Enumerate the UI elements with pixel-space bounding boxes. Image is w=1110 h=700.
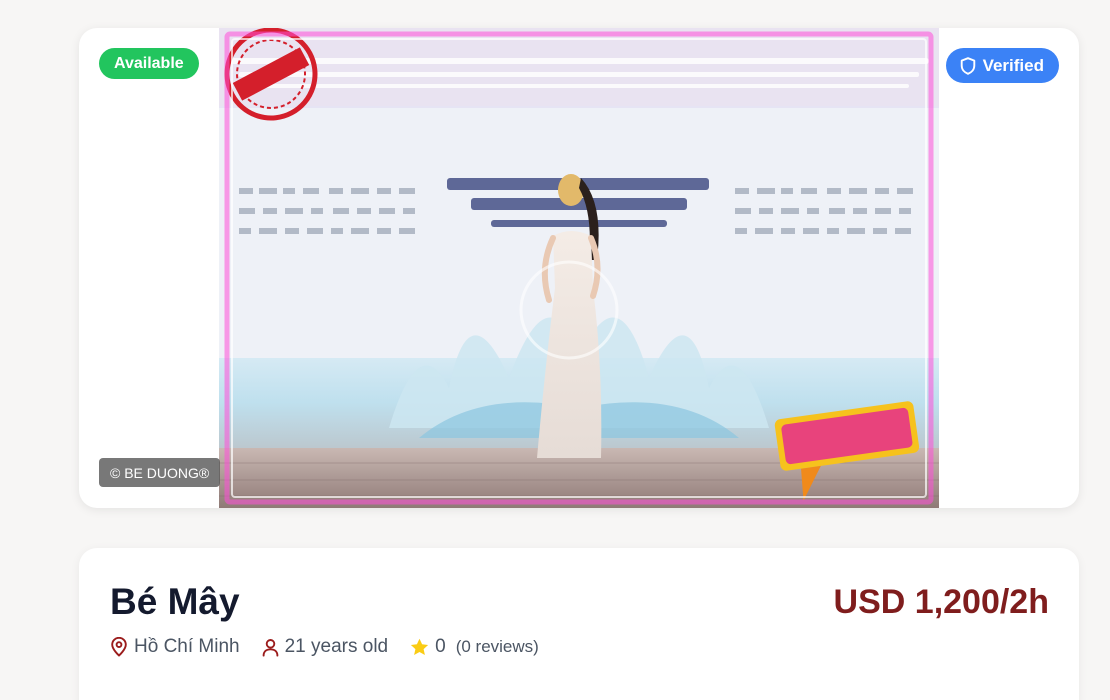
- star-icon: [410, 638, 429, 656]
- profile-meta: Hồ Chí Minh 21 years old 0 (0 reviews): [110, 636, 561, 658]
- review-count[interactable]: (0 reviews): [456, 637, 539, 657]
- verified-label: Verified: [982, 55, 1044, 75]
- shield-icon: [960, 56, 976, 75]
- status-badge: Available: [99, 48, 199, 79]
- price-label: USD 1,200/2h: [833, 583, 1049, 621]
- profile-info-card: Bé Mây USD 1,200/2h Hồ Chí Minh 21 years…: [79, 548, 1079, 700]
- location-text: Hồ Chí Minh: [134, 636, 240, 657]
- age-text: 21 years old: [284, 636, 389, 657]
- rating-value: 0: [435, 636, 446, 657]
- photo-card[interactable]: Available Verified © BE DUONG®: [79, 28, 1079, 508]
- profile-name: Bé Mây: [110, 581, 240, 622]
- profile-photo[interactable]: [219, 28, 939, 508]
- age-item: 21 years old: [262, 636, 389, 658]
- user-icon: [262, 638, 279, 657]
- photo-watermark: © BE DUONG®: [99, 458, 221, 487]
- location-item: Hồ Chí Minh: [110, 636, 240, 658]
- verified-badge: Verified: [945, 48, 1059, 83]
- map-pin-icon: [110, 637, 128, 657]
- rating-item[interactable]: 0 (0 reviews): [410, 636, 539, 658]
